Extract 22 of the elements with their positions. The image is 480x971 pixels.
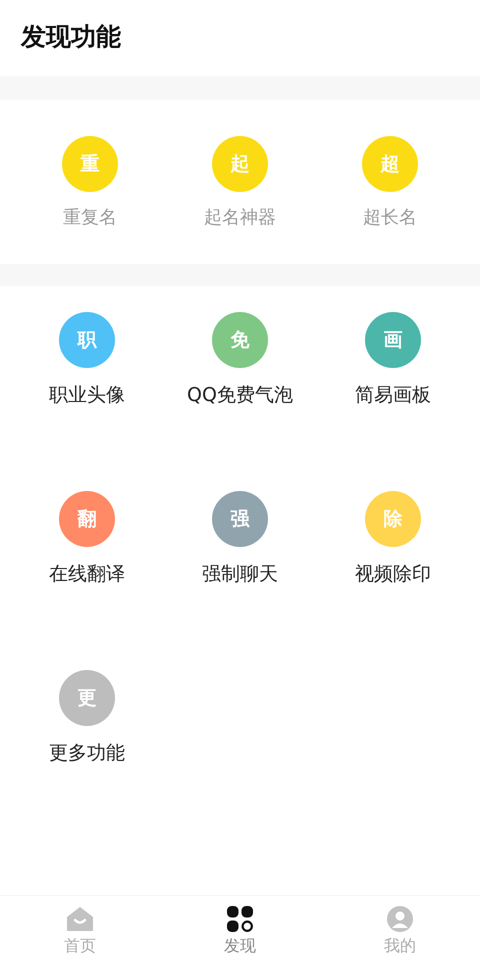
tool-badge: 职 — [59, 312, 115, 368]
tool-tile[interactable]: 强 强制聊天 — [164, 491, 316, 587]
feature-badge: 起 — [212, 136, 268, 192]
grid-icon — [226, 905, 254, 933]
feature-badge: 超 — [362, 136, 418, 192]
tool-badge: 翻 — [59, 491, 115, 547]
tool-badge: 强 — [212, 491, 268, 547]
tool-tile[interactable]: 职 职业头像 — [10, 312, 164, 408]
feature-badge: 重 — [62, 136, 118, 192]
tool-tile[interactable]: 更 更多功能 — [10, 670, 164, 766]
page-title: 发现功能 — [21, 20, 121, 52]
tool-badge: 免 — [212, 312, 268, 368]
tool-badge: 更 — [59, 670, 115, 726]
tool-tile[interactable]: 免 QQ免费气泡 — [164, 312, 316, 408]
tool-badge: 除 — [365, 491, 421, 547]
home-icon — [66, 905, 94, 933]
profile-icon — [386, 905, 414, 933]
nav-tab[interactable]: 发现 — [160, 896, 320, 971]
tool-tile[interactable]: 画 简易画板 — [316, 312, 470, 408]
tool-tile[interactable]: 除 视频除印 — [316, 491, 470, 587]
tool-tile[interactable]: 翻 在线翻译 — [10, 491, 164, 587]
tool-badge: 画 — [365, 312, 421, 368]
